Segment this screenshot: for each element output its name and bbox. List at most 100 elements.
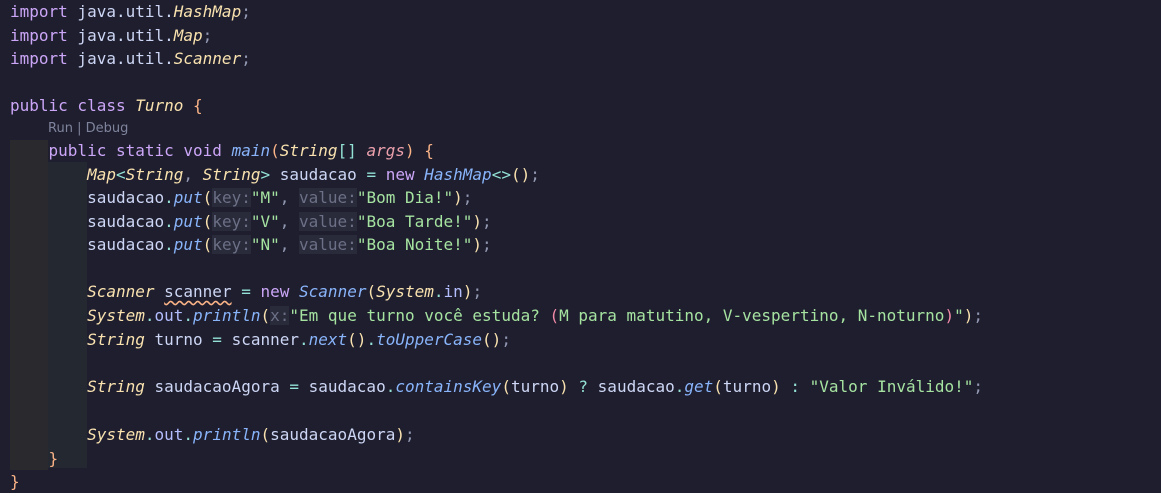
code-token: (	[202, 188, 213, 207]
code-token: (	[366, 282, 377, 301]
code-token: java.util.	[67, 2, 174, 21]
code-token: Map	[173, 25, 203, 45]
code-token: =	[366, 164, 377, 184]
code-token: :	[780, 377, 810, 396]
code-token: ;	[530, 164, 540, 184]
code-token: HashMap	[424, 164, 492, 184]
code-token: saudacao	[10, 211, 165, 231]
code-token: )	[472, 235, 483, 254]
code-line[interactable]: public class Turno {	[10, 94, 203, 117]
code-token: ;	[973, 306, 983, 325]
code-token: ,	[279, 188, 300, 207]
code-token: )	[944, 306, 955, 325]
code-token: get	[684, 377, 714, 396]
code-token: .	[164, 235, 174, 254]
code-token: java.util.	[67, 49, 174, 68]
code-token: (	[202, 211, 213, 231]
code-token: .	[164, 188, 174, 207]
code-token: Scanner	[87, 282, 155, 301]
code-token: String	[87, 330, 145, 349]
code-token: "Em que turno você estuda?	[289, 306, 550, 325]
code-token: put	[173, 211, 203, 231]
code-token: String	[279, 141, 338, 160]
code-token: (	[270, 141, 280, 160]
code-token: "	[954, 306, 964, 325]
code-line[interactable]: public static void main(String[] args) {	[10, 139, 434, 162]
code-token: ()	[510, 164, 531, 184]
code-token: []	[337, 141, 357, 160]
inlay-hint: value:	[299, 211, 357, 231]
inlay-hint: value:	[299, 235, 357, 254]
code-token: )	[395, 425, 405, 444]
code-token: .	[144, 306, 155, 325]
code-line[interactable]: saudacao.put(key:"V", value:"Boa Tarde!"…	[10, 210, 492, 233]
code-line[interactable]: saudacao.put(key:"N", value:"Boa Noite!"…	[10, 233, 492, 256]
code-token: new	[250, 282, 300, 301]
code-token: turno	[722, 377, 772, 396]
code-line[interactable]: System.out.println(x:"Em que turno você …	[10, 304, 983, 327]
code-token: ;	[462, 188, 473, 207]
run-link[interactable]: Run	[48, 121, 73, 136]
code-token: out	[154, 425, 184, 444]
code-token: .	[144, 425, 155, 444]
inlay-hint: key:	[212, 188, 251, 207]
code-token: scanner	[164, 282, 232, 301]
code-token: .	[674, 377, 685, 396]
code-line[interactable]: import java.util.Map;	[10, 24, 212, 47]
code-token: ;	[501, 330, 511, 349]
code-token: .	[385, 377, 396, 396]
code-token: "Bom Dia!"	[356, 188, 454, 207]
code-line[interactable]: saudacao.put(key:"M", value:"Bom Dia!");	[10, 186, 472, 209]
code-token: )	[559, 377, 569, 396]
code-line[interactable]: import java.util.HashMap;	[10, 0, 251, 23]
code-token: (	[549, 306, 560, 325]
code-token: (	[260, 306, 271, 325]
inlay-hint: value:	[299, 188, 357, 207]
code-token: public class	[10, 96, 136, 115]
code-token: import	[10, 49, 68, 68]
debug-link[interactable]: Debug	[86, 121, 129, 136]
code-token: saudacao	[299, 377, 386, 396]
code-token: "V"	[250, 211, 280, 231]
code-token: ;	[472, 282, 483, 301]
code-token: "Boa Noite!"	[356, 235, 473, 254]
code-token: .	[183, 425, 194, 444]
code-token: =	[289, 377, 299, 396]
code-token: containsKey	[395, 377, 502, 396]
code-line[interactable]: String saudacaoAgora = saudacao.contains…	[10, 375, 983, 398]
inlay-hint: key:	[212, 235, 251, 254]
code-token: .	[433, 282, 444, 301]
code-token: put	[173, 235, 203, 254]
code-token: .	[366, 330, 377, 349]
code-token: Turno	[135, 96, 184, 115]
code-token: ?	[568, 377, 598, 396]
code-line[interactable]: String turno = scanner.next().toUpperCas…	[10, 328, 511, 351]
code-token: .	[299, 330, 309, 349]
code-token: ()	[482, 330, 502, 349]
code-line[interactable]: }	[10, 447, 59, 470]
code-token: import	[10, 25, 68, 45]
code-token: ;	[241, 2, 251, 21]
code-token: )	[404, 141, 415, 160]
code-token: >	[260, 164, 271, 184]
code-token: scanner	[221, 330, 299, 349]
code-line[interactable]: Map<String, String> saudacao = new HashM…	[10, 163, 540, 186]
code-line[interactable]: System.out.println(saudacaoAgora);	[10, 423, 415, 446]
code-line[interactable]: import java.util.Scanner;	[10, 47, 251, 70]
code-token: ;	[482, 235, 492, 254]
code-token: String	[202, 164, 261, 184]
code-token: ,	[279, 211, 300, 231]
code-token: (	[501, 377, 511, 396]
code-token: main	[231, 141, 271, 160]
code-token: ;	[202, 25, 213, 45]
inlay-hint: key:	[212, 211, 251, 231]
code-token: (	[260, 425, 271, 444]
code-line[interactable]: Scanner scanner = new Scanner(System.in)…	[10, 280, 482, 303]
code-token: saudacao	[10, 235, 165, 254]
